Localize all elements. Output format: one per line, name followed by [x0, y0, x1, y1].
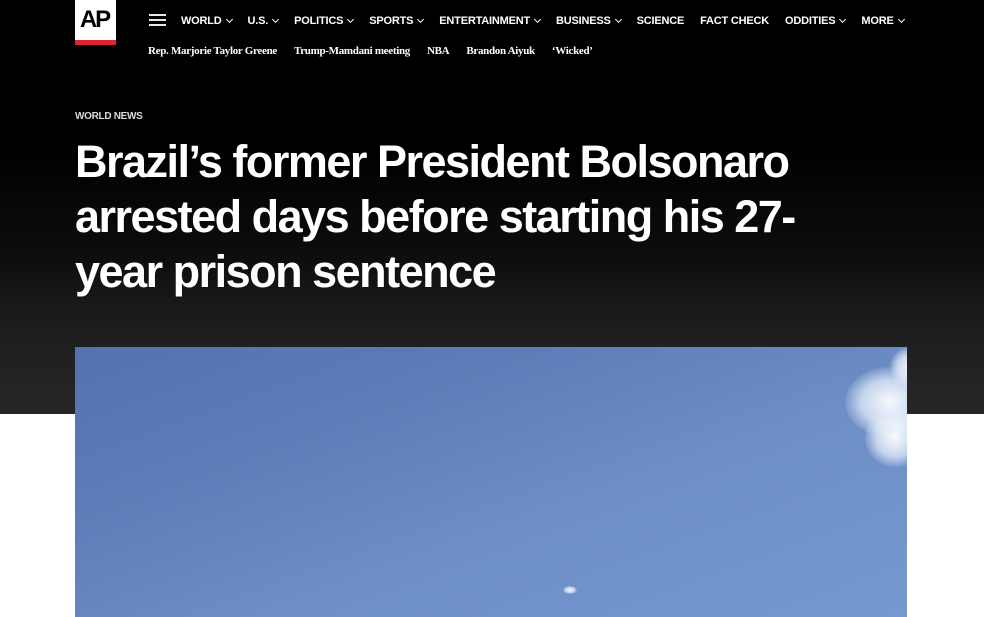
trending-topics: Rep. Marjorie Taylor Greene Trump-Mamdan…	[148, 45, 610, 57]
nav-item-more[interactable]: MORE	[861, 15, 905, 27]
chevron-down-icon	[614, 15, 622, 24]
nav-label: MORE	[861, 15, 894, 27]
chevron-down-icon	[347, 15, 355, 24]
nav-label: BUSINESS	[556, 15, 611, 27]
nav-label: ENTERTAINMENT	[439, 15, 530, 27]
nav-label: ODDITIES	[785, 15, 836, 27]
chevron-down-icon	[897, 15, 905, 24]
nav-label: U.S.	[247, 15, 269, 27]
nav-item-sports[interactable]: SPORTS	[369, 15, 425, 27]
nav-label: POLITICS	[294, 15, 344, 27]
article-headline: Brazil’s former President Bolsonaro arre…	[75, 136, 796, 297]
lead-photo[interactable]	[75, 347, 907, 617]
trending-link[interactable]: Trump-Mamdani meeting	[294, 45, 410, 57]
hamburger-menu-icon[interactable]	[149, 14, 166, 26]
trending-link[interactable]: Brandon Aiyuk	[466, 45, 535, 57]
trending-link[interactable]: NBA	[427, 45, 450, 57]
trending-link[interactable]: Rep. Marjorie Taylor Greene	[148, 45, 277, 57]
nav-item-politics[interactable]: POLITICS	[294, 15, 355, 27]
nav-label: WORLD	[181, 15, 222, 27]
nav-label: SCIENCE	[636, 15, 685, 27]
nav-item-fact-check[interactable]: FACT CHECK	[700, 15, 769, 27]
chevron-down-icon	[417, 15, 425, 24]
nav-item-entertainment[interactable]: ENTERTAINMENT	[439, 15, 542, 27]
nav-item-science[interactable]: SCIENCE	[637, 15, 685, 27]
chevron-down-icon	[272, 15, 280, 24]
section-label[interactable]: WORLD NEWS	[75, 111, 143, 122]
chevron-down-icon	[533, 15, 542, 24]
main-nav: WORLD U.S. POLITICS SPORTS ENTERTAINMENT…	[181, 13, 920, 29]
ap-logo-text: AP	[79, 6, 111, 33]
nav-item-us[interactable]: U.S.	[247, 15, 280, 27]
nav-item-world[interactable]: WORLD	[181, 15, 233, 27]
nav-item-oddities[interactable]: ODDITIES	[785, 15, 847, 27]
chevron-down-icon	[225, 15, 233, 24]
photo-cloud	[563, 586, 577, 594]
chevron-down-icon	[839, 15, 847, 24]
trending-link[interactable]: ‘Wicked’	[552, 45, 593, 57]
ap-logo[interactable]: AP	[75, 0, 116, 45]
nav-label: FACT CHECK	[700, 15, 770, 27]
nav-label: SPORTS	[369, 15, 414, 27]
nav-item-business[interactable]: BUSINESS	[556, 15, 622, 27]
